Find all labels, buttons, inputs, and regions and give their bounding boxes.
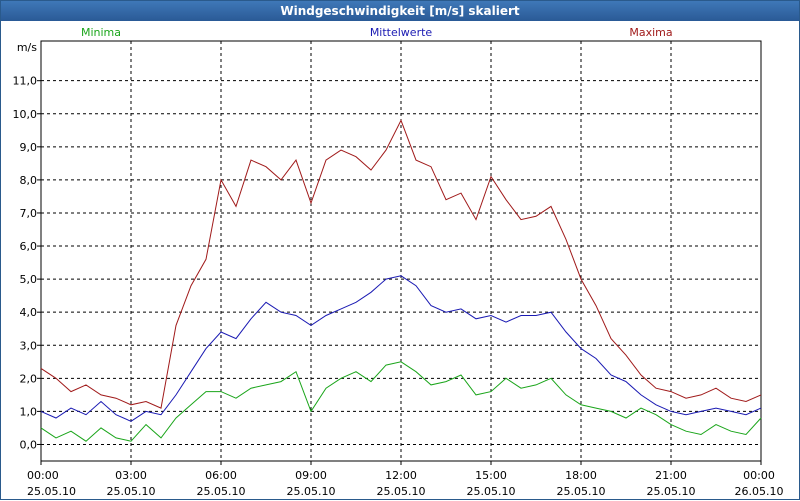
x-tick-time: 06:00 xyxy=(205,469,237,482)
y-axis-unit: m/s xyxy=(17,41,37,54)
y-tick-label: 0,0 xyxy=(20,438,38,451)
y-tick-label: 5,0 xyxy=(20,273,38,286)
x-tick-date: 25.05.10 xyxy=(647,485,696,498)
x-tick-time: 00:00 xyxy=(743,469,775,482)
y-tick-label: 11,0 xyxy=(13,75,38,88)
x-tick-date: 25.05.10 xyxy=(467,485,516,498)
x-tick-date: 25.05.10 xyxy=(27,485,76,498)
y-tick-label: 2,0 xyxy=(20,372,38,385)
x-tick-time: 09:00 xyxy=(295,469,327,482)
x-tick-date: 25.05.10 xyxy=(377,485,426,498)
x-tick-date: 25.05.10 xyxy=(287,485,336,498)
y-tick-label: 9,0 xyxy=(20,141,38,154)
y-tick-label: 7,0 xyxy=(20,207,38,220)
x-tick-time: 18:00 xyxy=(565,469,597,482)
x-tick-date: 25.05.10 xyxy=(197,485,246,498)
x-tick-time: 03:00 xyxy=(115,469,147,482)
x-tick-time: 12:00 xyxy=(385,469,417,482)
chart-window: Windgeschwindigkeit [m/s] skaliert 0,0 1,… xyxy=(0,0,800,500)
y-tick-label: 1,0 xyxy=(20,405,38,418)
x-tick-date: 26.05.10 xyxy=(735,485,784,498)
legend-minima: Minima xyxy=(81,26,121,39)
y-tick-label: 8,0 xyxy=(20,174,38,187)
y-tick-label: 3,0 xyxy=(20,339,38,352)
x-tick-date: 25.05.10 xyxy=(107,485,156,498)
legend-maxima: Maxima xyxy=(629,26,672,39)
x-tick-time: 00:00 xyxy=(27,469,59,482)
x-tick-time: 21:00 xyxy=(655,469,687,482)
x-tick-date: 25.05.10 xyxy=(557,485,606,498)
legend-mittelwerte: Mittelwerte xyxy=(370,26,433,39)
y-tick-label: 10,0 xyxy=(13,108,38,121)
x-tick-time: 15:00 xyxy=(475,469,507,482)
wind-speed-chart: 0,0 1,0 2,0 3,0 4,0 5,0 6,0 7,0 8,0 9,0 10,0 11,0 m/… xyxy=(13,26,784,498)
y-tick-label: 6,0 xyxy=(20,240,38,253)
y-tick-label: 4,0 xyxy=(20,306,38,319)
